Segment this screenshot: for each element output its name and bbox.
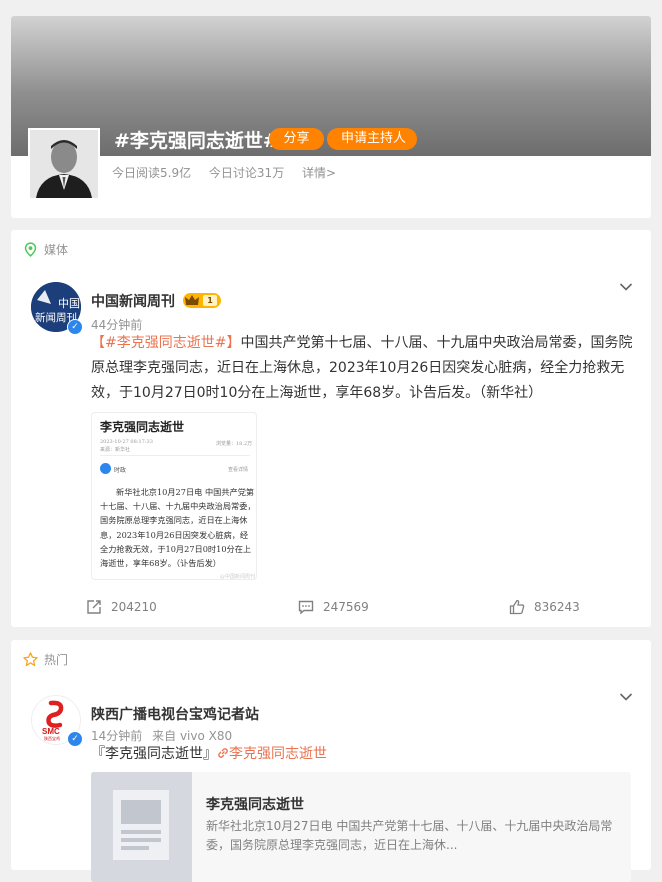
hot-section-label: 热门 xyxy=(23,651,68,668)
link-icon xyxy=(218,748,228,758)
post-source-device: vivo X80 xyxy=(179,729,233,743)
svg-text:中国: 中国 xyxy=(58,297,80,310)
author-name[interactable]: 陕西广播电视台宝鸡记者站 xyxy=(91,704,259,724)
like-button[interactable]: 836243 xyxy=(509,599,580,615)
link-preview-card[interactable]: 李克强同志逝世 新华社北京10月27日电 中国共产党第十七届、十八届、十九届中央… xyxy=(91,772,631,882)
like-icon xyxy=(509,599,525,615)
author-name[interactable]: 中国新闻周刊 xyxy=(91,291,175,311)
chevron-down-icon[interactable] xyxy=(619,282,633,292)
topic-link[interactable]: 李克强同志逝世 xyxy=(217,746,327,762)
share-button[interactable]: 分享 xyxy=(269,128,324,150)
link-card-title: 李克强同志逝世 xyxy=(206,797,304,813)
post-image[interactable]: 李克强同志逝世 2023-10-27 08:17:33 来源：新华社 浏览量：1… xyxy=(91,412,257,580)
details-link[interactable]: 详情> xyxy=(302,166,336,180)
hashtag-link[interactable]: #李克强同志逝世# xyxy=(105,335,226,351)
topic-portrait-image xyxy=(28,128,100,200)
media-post-card: 媒体 中国 新闻周刊 ✓ 中国新闻周刊 1 44分钟前 【#李克强同志逝世#】中… xyxy=(11,230,651,627)
hot-star-icon xyxy=(23,652,38,667)
topic-header-card: #李克强同志逝世# 分享 申请主持人 今日阅读5.9亿 今日讨论31万 详情> xyxy=(11,16,651,218)
comment-button[interactable]: 247569 xyxy=(298,599,369,615)
link-card-description: 新华社北京10月27日电 中国共产党第十七届、十八届、十九届中央政治局常委，国务… xyxy=(206,819,613,852)
image-author-avatar xyxy=(100,463,111,474)
media-section-label: 媒体 xyxy=(23,241,68,258)
repost-icon xyxy=(87,600,101,614)
post-text: 【#李克强同志逝世#】中国共产党第十七届、十八届、十九届中央政治局常委，国务院原… xyxy=(91,335,633,401)
svg-text:陕西宝鸡: 陕西宝鸡 xyxy=(44,735,60,741)
apply-host-button[interactable]: 申请主持人 xyxy=(327,128,417,150)
rank-crown-icon: 1 xyxy=(183,293,221,308)
topic-title: #李克强同志逝世# xyxy=(114,130,279,152)
svg-text:SMC: SMC xyxy=(42,727,60,736)
media-location-icon xyxy=(24,242,37,257)
repost-button[interactable]: 204210 xyxy=(86,599,157,615)
hot-post-card: 热门 SMC 陕西宝鸡 ✓ 陕西广播电视台宝鸡记者站 14分钟前 来自 vivo… xyxy=(11,640,651,882)
verified-icon: ✓ xyxy=(67,731,83,747)
article-thumbnail-icon xyxy=(91,772,192,882)
topic-stats: 今日阅读5.9亿 今日讨论31万 详情> xyxy=(112,164,350,181)
comment-icon xyxy=(298,600,314,615)
post-time[interactable]: 14分钟前 xyxy=(91,729,142,743)
read-count: 今日阅读5.9亿 xyxy=(112,166,192,180)
post-text: 『李克强同志逝世』 李克强同志逝世 xyxy=(91,746,327,762)
verified-icon: ✓ xyxy=(67,319,83,335)
discuss-count: 今日讨论31万 xyxy=(208,166,285,180)
chevron-down-icon[interactable] xyxy=(619,692,633,702)
